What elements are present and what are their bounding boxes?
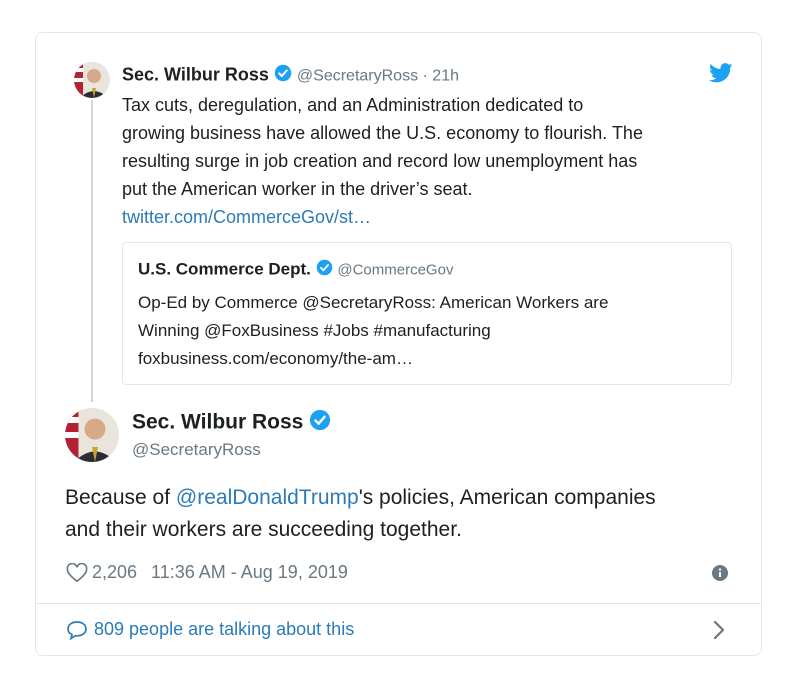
avatar-image [74, 62, 110, 98]
text-line: Because of @realDonaldTrump's policies, … [65, 482, 656, 514]
parent-tweet-time[interactable]: 21h [432, 67, 459, 84]
text-line: foxbusiness.com/economy/the-am… [138, 349, 413, 368]
chevron-right-icon[interactable] [713, 620, 725, 645]
parent-tweet-link[interactable]: twitter.com/CommerceGov/st… [122, 203, 643, 231]
info-icon[interactable] [712, 565, 728, 586]
mention-link[interactable]: @realDonaldTrump [176, 486, 359, 509]
parent-tweet-text: Tax cuts, deregulation, and an Administr… [122, 91, 643, 231]
main-tweet-text: Because of @realDonaldTrump's policies, … [65, 482, 656, 546]
quoted-tweet-text: Op-Ed by Commerce @SecretaryRoss: Americ… [138, 289, 608, 373]
speech-bubble-icon [66, 620, 88, 640]
text-line: resulting surge in job creation and reco… [122, 151, 638, 171]
text-line: growing business have allowed the U.S. e… [122, 123, 643, 143]
parent-author-avatar[interactable] [74, 62, 110, 98]
tweet-timestamp[interactable]: 11:36 AM - Aug 19, 2019 [151, 562, 348, 583]
parent-author-handle[interactable]: @SecretaryRoss [297, 67, 418, 84]
quoted-author-name[interactable]: U.S. Commerce Dept. [138, 259, 311, 278]
twitter-bird-icon[interactable] [709, 63, 733, 88]
verified-badge-icon [316, 259, 333, 281]
parent-tweet-header: Sec. Wilbur Ross @SecretaryRoss · 21h [122, 64, 459, 87]
text-line: and their workers are succeeding togethe… [65, 518, 462, 541]
text-line: Tax cuts, deregulation, and an Administr… [122, 95, 584, 115]
thread-connector [91, 100, 93, 402]
tweet-meta-row: 2,206 11:36 AM - Aug 19, 2019 [66, 562, 348, 583]
text-line: Winning @FoxBusiness #Jobs #manufacturin… [138, 321, 491, 340]
main-author-block: Sec. Wilbur Ross @SecretaryRoss [132, 409, 331, 460]
verified-badge-icon [274, 64, 292, 87]
avatar-image [65, 408, 119, 462]
text-fragment: 's policies, American companies [358, 486, 656, 509]
heart-icon[interactable] [66, 562, 88, 583]
like-count[interactable]: 2,206 [92, 562, 137, 583]
time-separator: · [418, 67, 433, 85]
text-fragment: Because of [65, 486, 176, 509]
footer-divider [36, 603, 761, 604]
parent-author-name[interactable]: Sec. Wilbur Ross [122, 64, 269, 84]
main-author-avatar[interactable] [65, 408, 119, 462]
main-author-name[interactable]: Sec. Wilbur Ross [132, 411, 303, 434]
conversation-link[interactable]: 809 people are talking about this [66, 619, 354, 640]
conversation-text[interactable]: 809 people are talking about this [94, 619, 354, 640]
text-line: put the American worker in the driver’s … [122, 179, 473, 199]
verified-badge-icon [309, 409, 331, 437]
main-author-handle[interactable]: @SecretaryRoss [132, 440, 331, 460]
text-line: Op-Ed by Commerce @SecretaryRoss: Americ… [138, 293, 609, 312]
quoted-author-handle[interactable]: @CommerceGov [337, 261, 453, 278]
quoted-tweet-header: U.S. Commerce Dept. @CommerceGov [138, 259, 453, 281]
